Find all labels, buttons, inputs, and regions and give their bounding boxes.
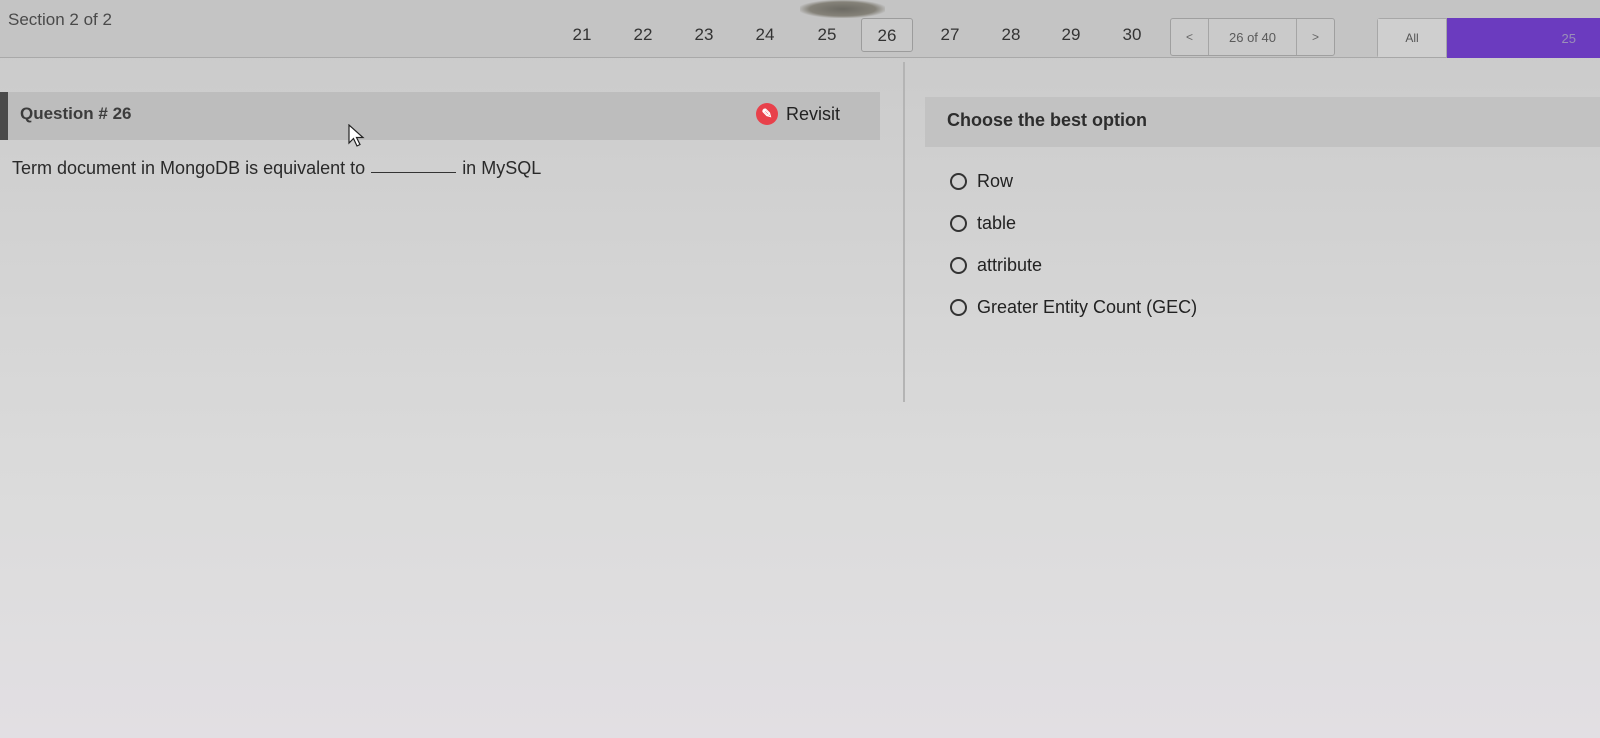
- option-label: attribute: [977, 254, 1043, 275]
- option-table[interactable]: table: [950, 202, 1197, 244]
- option-label: Row: [977, 170, 1014, 191]
- options-title: Choose the best option: [947, 110, 1147, 130]
- question-text-after: in MySQL: [462, 158, 542, 178]
- question-filter: All 25: [1377, 18, 1600, 58]
- question-nav-28[interactable]: 28: [985, 18, 1037, 52]
- question-nav-24[interactable]: 24: [739, 18, 791, 52]
- option-row[interactable]: Row: [950, 160, 1197, 202]
- revisit-label: Revisit: [786, 103, 841, 124]
- options-header: Choose the best option: [925, 97, 1600, 147]
- mouse-pointer-icon: [348, 124, 365, 147]
- question-pager: < 26 of 40 >: [1170, 18, 1335, 56]
- section-label: Section 2 of 2: [8, 10, 112, 29]
- next-question-button[interactable]: >: [1296, 19, 1334, 55]
- pager-count: 26 of 40: [1229, 29, 1276, 45]
- question-header: Question # 26 ✎ Revisit: [0, 92, 880, 140]
- filter-count-badge[interactable]: 25: [1447, 18, 1600, 58]
- radio-button[interactable]: [950, 298, 967, 316]
- question-text-before: Term document in MongoDB is equivalent t…: [12, 158, 366, 178]
- revisit-icon: ✎: [756, 103, 778, 125]
- question-nav-22[interactable]: 22: [617, 18, 669, 52]
- radio-button[interactable]: [950, 256, 967, 274]
- options-list: Row table attribute Greater Entity Count…: [950, 160, 1197, 328]
- question-nav-27[interactable]: 27: [924, 18, 976, 52]
- question-nav-23[interactable]: 23: [678, 18, 730, 52]
- question-text: Term document in MongoDB is equivalent t…: [12, 158, 541, 179]
- option-attribute[interactable]: attribute: [950, 244, 1197, 286]
- radio-button[interactable]: [950, 214, 967, 232]
- prev-question-button[interactable]: <: [1171, 19, 1209, 55]
- question-nav-21[interactable]: 21: [556, 18, 608, 52]
- pane-divider: [903, 62, 905, 402]
- option-gec[interactable]: Greater Entity Count (GEC): [950, 286, 1197, 328]
- revisit-button[interactable]: ✎ Revisit: [756, 103, 840, 125]
- option-label: table: [977, 212, 1017, 233]
- question-title: Question # 26: [20, 104, 132, 123]
- question-nav-25[interactable]: 25: [801, 18, 853, 52]
- option-label: Greater Entity Count (GEC): [977, 296, 1198, 317]
- answer-blank: [371, 172, 457, 173]
- screen-smudge: [800, 0, 885, 18]
- question-nav-29[interactable]: 29: [1045, 18, 1097, 52]
- question-nav-26-active[interactable]: 26: [861, 18, 913, 52]
- question-nav-30[interactable]: 30: [1106, 18, 1158, 52]
- filter-all-button[interactable]: All: [1377, 18, 1447, 58]
- radio-button[interactable]: [950, 172, 967, 190]
